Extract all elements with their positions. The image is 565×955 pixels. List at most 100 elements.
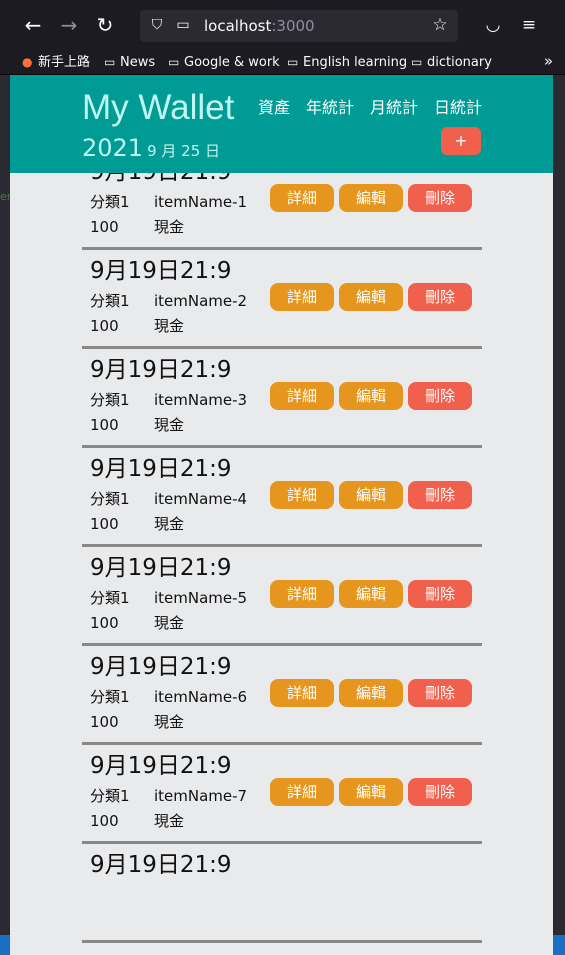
taskbar-strip-left	[0, 935, 10, 955]
entry-category: 分類1	[90, 688, 130, 706]
folder-icon: ▭	[168, 55, 180, 69]
entry-amount: 100	[90, 515, 119, 533]
detail-button[interactable]: 詳細	[270, 283, 334, 311]
list-item[interactable]: 9月19日21:9 分類1 itemName-5 100 現金 詳細 編輯 刪除	[82, 544, 482, 646]
page-viewport: er My Wallet 2021 9 月 25 日 資產 年統計 月統計 日統計…	[0, 75, 565, 955]
nav-assets[interactable]: 資產	[258, 97, 290, 119]
entry-item-name: itemName-6	[154, 688, 248, 706]
delete-button[interactable]: 刪除	[408, 382, 472, 410]
back-arrow-icon[interactable]: ←	[20, 12, 46, 38]
edit-button[interactable]: 編輯	[339, 283, 403, 311]
entry-date: 9月19日21:9	[90, 555, 232, 581]
entry-date: 9月19日21:9	[90, 258, 232, 284]
forward-arrow-icon[interactable]: →	[56, 12, 82, 38]
entry-category: 分類1	[90, 589, 130, 607]
entry-date: 9月19日21:9	[90, 852, 232, 878]
entry-account: 現金	[154, 614, 185, 632]
delete-button[interactable]: 刪除	[408, 580, 472, 608]
entry-amount: 100	[90, 713, 119, 731]
bookmark-news[interactable]: ▭ News	[104, 53, 155, 71]
entry-account: 現金	[154, 515, 185, 533]
entry-date: 9月19日21:9	[90, 753, 232, 779]
current-year: 2021	[82, 134, 144, 162]
detail-button[interactable]: 詳細	[270, 481, 334, 509]
list-item[interactable]: 9月19日21:9	[82, 841, 482, 943]
detail-button[interactable]: 詳細	[270, 184, 334, 212]
entry-amount: 100	[90, 218, 119, 236]
delete-button[interactable]: 刪除	[408, 184, 472, 212]
entry-item-name: itemName-7	[154, 787, 248, 805]
entry-account: 現金	[154, 713, 185, 731]
entry-item-name: itemName-5	[154, 589, 248, 607]
entry-item-name: itemName-1	[154, 193, 248, 211]
folder-icon: ▭	[104, 55, 116, 69]
bookmarks-bar: ● 新手上路 ▭ News ▭ Google & work ▭ English lear…	[0, 50, 565, 75]
window-edge	[553, 75, 565, 955]
entry-category: 分類1	[90, 193, 130, 211]
nav-daily-stats[interactable]: 日統計	[434, 97, 482, 119]
entry-account: 現金	[154, 317, 185, 335]
edit-button[interactable]: 編輯	[339, 382, 403, 410]
entry-category: 分類1	[90, 787, 130, 805]
app-header: My Wallet 2021 9 月 25 日 資產 年統計 月統計 日統計 +	[10, 75, 553, 173]
folder-icon: ▭	[411, 55, 423, 69]
url-bar[interactable]: ⛉ ▭ localhost:3000 ☆	[140, 10, 458, 42]
entry-item-name: itemName-4	[154, 490, 248, 508]
more-bookmarks-icon[interactable]: »	[544, 52, 553, 70]
entry-category: 分類1	[90, 292, 130, 310]
list-item[interactable]: 9月19日21:9 分類1 itemName-3 100 現金 詳細 編輯 刪除	[82, 346, 482, 448]
delete-button[interactable]: 刪除	[408, 481, 472, 509]
bookmark-dictionary[interactable]: ▭ dictionary	[411, 53, 492, 71]
bookmark-getting-started[interactable]: ● 新手上路	[22, 53, 90, 71]
entry-amount: 100	[90, 416, 119, 434]
url-text[interactable]: localhost:3000	[204, 16, 315, 36]
nav-monthly-stats[interactable]: 月統計	[370, 97, 418, 119]
firefox-icon: ●	[22, 55, 33, 69]
page-info-icon[interactable]: ▭	[174, 16, 192, 34]
delete-button[interactable]: 刪除	[408, 679, 472, 707]
entry-account: 現金	[154, 812, 185, 830]
bookmark-google-work[interactable]: ▭ Google & work	[168, 53, 280, 71]
taskbar-strip-right	[553, 935, 565, 955]
browser-toolbar: ← → ↻ ⛉ ▭ localhost:3000 ☆ ◡ ≡	[0, 0, 565, 50]
folder-icon: ▭	[287, 55, 299, 69]
bookmark-star-icon[interactable]: ☆	[430, 15, 450, 35]
list-item[interactable]: 9月19日21:9 分類1 itemName-7 100 現金 詳細 編輯 刪除	[82, 742, 482, 844]
detail-button[interactable]: 詳細	[270, 580, 334, 608]
current-month-day: 9 月 25 日	[147, 142, 221, 160]
entry-date: 9月19日21:9	[90, 654, 232, 680]
list-item[interactable]: 9月19日21:9 分類1 itemName-6 100 現金 詳細 編輯 刪除	[82, 643, 482, 745]
reload-icon[interactable]: ↻	[92, 12, 118, 38]
add-entry-button[interactable]: +	[441, 127, 481, 155]
detail-button[interactable]: 詳細	[270, 679, 334, 707]
delete-button[interactable]: 刪除	[408, 283, 472, 311]
detail-button[interactable]: 詳細	[270, 778, 334, 806]
entry-account: 現金	[154, 416, 185, 434]
entry-account: 現金	[154, 218, 185, 236]
edit-button[interactable]: 編輯	[339, 778, 403, 806]
list-item[interactable]: 9月19日21:9 分類1 itemName-2 100 現金 詳細 編輯 刪除	[82, 247, 482, 349]
list-item[interactable]: 9月19日21:9 分類1 itemName-4 100 現金 詳細 編輯 刪除	[82, 445, 482, 547]
detail-button[interactable]: 詳細	[270, 382, 334, 410]
url-host: localhost	[204, 17, 272, 35]
brand-title[interactable]: My Wallet	[82, 85, 234, 131]
pocket-icon[interactable]: ◡	[480, 12, 506, 38]
shield-icon[interactable]: ⛉	[148, 16, 166, 34]
entry-item-name: itemName-2	[154, 292, 248, 310]
entry-amount: 100	[90, 317, 119, 335]
bookmark-english-learning[interactable]: ▭ English learning	[287, 53, 407, 71]
menu-icon[interactable]: ≡	[516, 12, 542, 38]
entry-date: 9月19日21:9	[90, 357, 232, 383]
edit-button[interactable]: 編輯	[339, 184, 403, 212]
current-date: 2021 9 月 25 日	[82, 133, 220, 166]
nav-yearly-stats[interactable]: 年統計	[306, 97, 354, 119]
edit-button[interactable]: 編輯	[339, 580, 403, 608]
url-port: :3000	[271, 17, 315, 35]
edit-button[interactable]: 編輯	[339, 481, 403, 509]
entry-category: 分類1	[90, 391, 130, 409]
entry-item-name: itemName-3	[154, 391, 248, 409]
delete-button[interactable]: 刪除	[408, 778, 472, 806]
edit-button[interactable]: 編輯	[339, 679, 403, 707]
entry-category: 分類1	[90, 490, 130, 508]
wallet-app: My Wallet 2021 9 月 25 日 資產 年統計 月統計 日統計 + …	[10, 75, 553, 955]
